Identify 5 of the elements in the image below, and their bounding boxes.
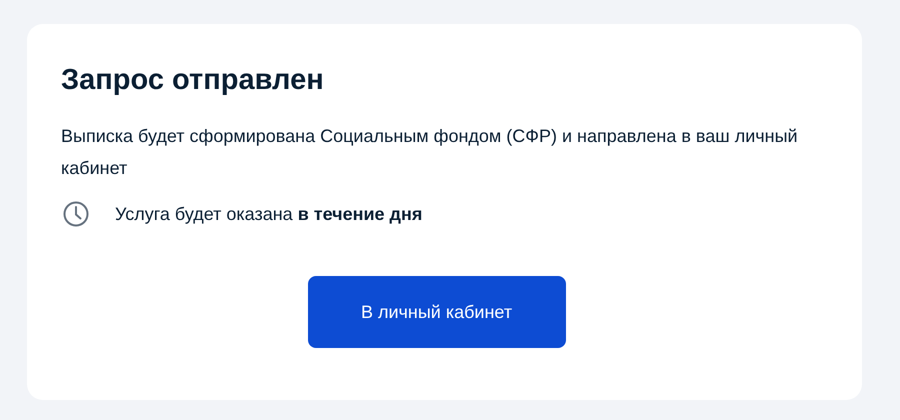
card-title: Запрос отправлен <box>61 63 324 98</box>
notice-text: Услуга будет оказана в течение дня <box>115 203 422 226</box>
description-text: Выписка будет сформирована Социальным фондом (СФР) и направлена в ваш личный кабинет <box>61 125 799 180</box>
cabinet-button[interactable]: В личный кабинет <box>308 276 566 348</box>
clock-icon <box>63 201 89 227</box>
